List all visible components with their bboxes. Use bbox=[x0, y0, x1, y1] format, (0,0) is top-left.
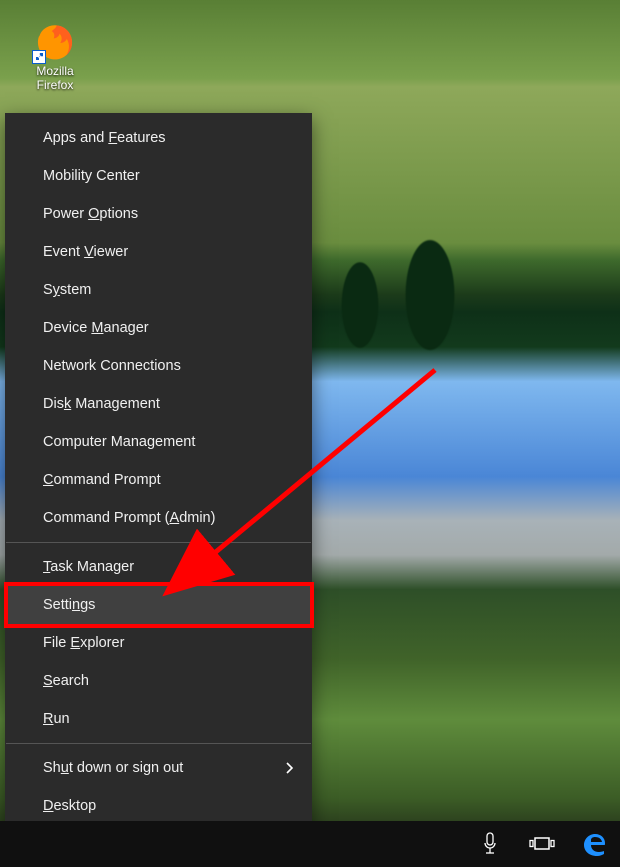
edge-button[interactable] bbox=[568, 821, 620, 867]
menu-item[interactable]: Command Prompt bbox=[5, 461, 312, 499]
menu-item[interactable]: Desktop bbox=[5, 787, 312, 825]
menu-item[interactable]: Command Prompt (Admin) bbox=[5, 499, 312, 537]
menu-item-label: Shut down or sign out bbox=[43, 760, 183, 776]
menu-item[interactable]: Event Viewer bbox=[5, 233, 312, 271]
menu-item-label: System bbox=[43, 282, 91, 298]
desktop-icon-label: Mozilla Firefox bbox=[16, 64, 94, 92]
winx-context-menu: Apps and Features Mobility Center Power Op… bbox=[5, 113, 312, 831]
menu-item-label: Command Prompt bbox=[43, 472, 161, 488]
menu-separator bbox=[6, 743, 311, 744]
menu-item-label: Task Manager bbox=[43, 559, 134, 575]
menu-item[interactable]: Network Connections bbox=[5, 347, 312, 385]
menu-item-label: Apps and Features bbox=[43, 130, 166, 146]
menu-item[interactable]: Power Options bbox=[5, 195, 312, 233]
menu-item[interactable]: Run bbox=[5, 700, 312, 738]
shortcut-overlay-icon bbox=[32, 50, 46, 64]
menu-item[interactable]: Mobility Center bbox=[5, 157, 312, 195]
task-view-button[interactable] bbox=[516, 821, 568, 867]
menu-separator bbox=[6, 542, 311, 543]
menu-item-label: Power Options bbox=[43, 206, 138, 222]
menu-item[interactable]: Disk Management bbox=[5, 385, 312, 423]
task-view-icon bbox=[529, 834, 555, 854]
edge-icon bbox=[581, 831, 607, 857]
taskbar bbox=[0, 821, 620, 867]
menu-item-label: File Explorer bbox=[43, 635, 124, 651]
menu-item[interactable]: System bbox=[5, 271, 312, 309]
menu-item[interactable]: Computer Management bbox=[5, 423, 312, 461]
menu-item[interactable]: Shut down or sign out bbox=[5, 749, 312, 787]
chevron-right-icon bbox=[286, 762, 294, 774]
menu-item[interactable]: Device Manager bbox=[5, 309, 312, 347]
cortana-button[interactable] bbox=[464, 821, 516, 867]
menu-item-label: Search bbox=[43, 673, 89, 689]
menu-item[interactable]: Search bbox=[5, 662, 312, 700]
menu-item[interactable]: Task Manager bbox=[5, 548, 312, 586]
menu-item-label: Run bbox=[43, 711, 70, 727]
desktop-icon-firefox[interactable]: Mozilla Firefox bbox=[16, 20, 94, 92]
menu-item-label: Disk Management bbox=[43, 396, 160, 412]
firefox-icon bbox=[34, 20, 76, 62]
microphone-icon bbox=[482, 832, 498, 856]
menu-item-label: Mobility Center bbox=[43, 168, 140, 184]
menu-item-label: Command Prompt (Admin) bbox=[43, 510, 215, 526]
menu-item-label: Computer Management bbox=[43, 434, 195, 450]
menu-item-label: Event Viewer bbox=[43, 244, 128, 260]
menu-item-label: Settings bbox=[43, 597, 95, 613]
menu-item-label: Desktop bbox=[43, 798, 96, 814]
menu-item-label: Network Connections bbox=[43, 358, 181, 374]
menu-item[interactable]: File Explorer bbox=[5, 624, 312, 662]
menu-item[interactable]: Apps and Features bbox=[5, 119, 312, 157]
menu-item-label: Device Manager bbox=[43, 320, 149, 336]
menu-item[interactable]: Settings bbox=[5, 586, 312, 624]
